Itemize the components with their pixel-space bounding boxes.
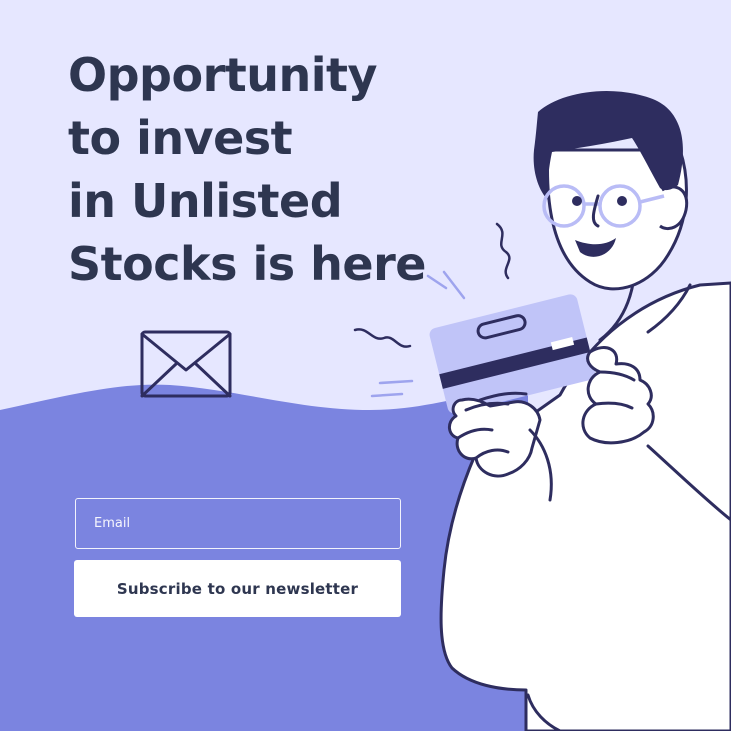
- headline-line: to invest: [68, 111, 293, 165]
- headline-line: in Unlisted: [68, 174, 343, 228]
- headline-line: Opportunity: [68, 48, 377, 102]
- headline-line: Stocks is here: [68, 237, 426, 291]
- newsletter-banner: Opportunity to invest in Unlisted Stocks…: [0, 0, 731, 731]
- subscribe-button[interactable]: Subscribe to our newsletter: [74, 560, 401, 617]
- email-input[interactable]: [75, 498, 401, 549]
- headline: Opportunity to invest in Unlisted Stocks…: [68, 44, 488, 296]
